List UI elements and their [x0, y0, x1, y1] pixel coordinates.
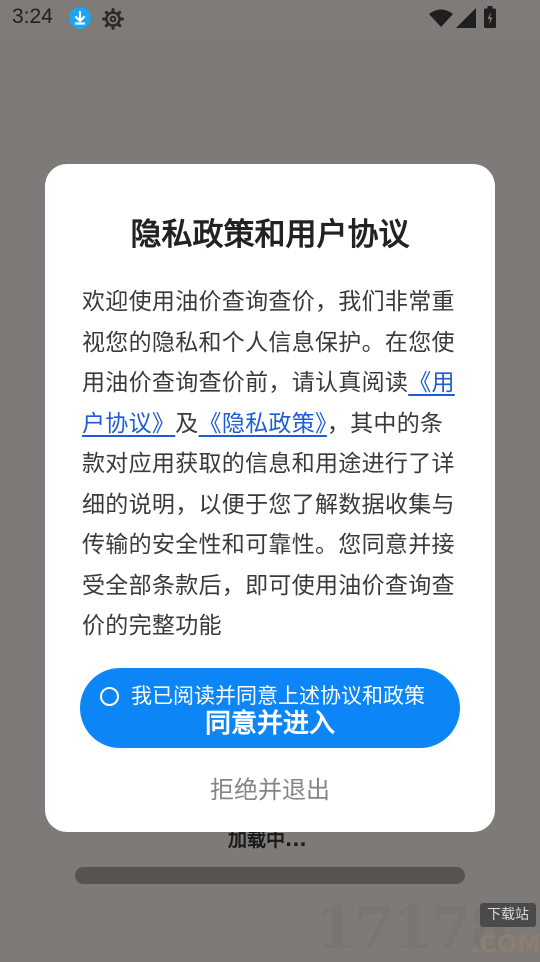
dialog-title: 隐私政策和用户协议 [130, 217, 410, 253]
wifi-icon [429, 9, 453, 27]
agree-button[interactable]: 我已阅读并同意上述协议和政策 同意并进入 [80, 668, 460, 748]
body-intro-text: 欢迎使用油价查询查价，我们非常重视您的隐私和个人信息保护。在您使用油价查询查价前… [82, 289, 455, 396]
reject-button[interactable]: 拒绝并退出 [45, 774, 495, 806]
loading-progress-bar [75, 867, 465, 884]
privacy-dialog: 隐私政策和用户协议 欢迎使用油价查询查价，我们非常重视您的隐私和个人信息保护。在… [45, 164, 495, 832]
agree-checkbox[interactable]: 我已阅读并同意上述协议和政策 [100, 682, 425, 710]
gear-icon [101, 7, 125, 31]
radio-unchecked-icon[interactable] [100, 686, 119, 706]
body-and-text: 及 [175, 410, 199, 437]
agree-button-label: 同意并进入 [204, 709, 335, 739]
signal-icon [456, 8, 476, 28]
agree-checkbox-label: 我已阅读并同意上述协议和政策 [131, 684, 425, 708]
battery-icon [484, 6, 496, 28]
watermark-domain: .COM [470, 930, 540, 958]
download-icon [69, 7, 91, 29]
body-rest-text: ，其中的条款对应用获取的信息和用途进行了详细的说明，以便于您了解数据收集与传输的… [82, 410, 455, 640]
privacy-policy-link[interactable]: 《隐私政策》 [199, 411, 327, 437]
status-time: 3:24 [12, 5, 53, 28]
dialog-body: 欢迎使用油价查询查价，我们非常重视您的隐私和个人信息保护。在您使用油价查询查价前… [82, 282, 462, 647]
watermark-badge: 下载站 [480, 903, 536, 927]
status-bar: 3:24 [0, 0, 540, 38]
